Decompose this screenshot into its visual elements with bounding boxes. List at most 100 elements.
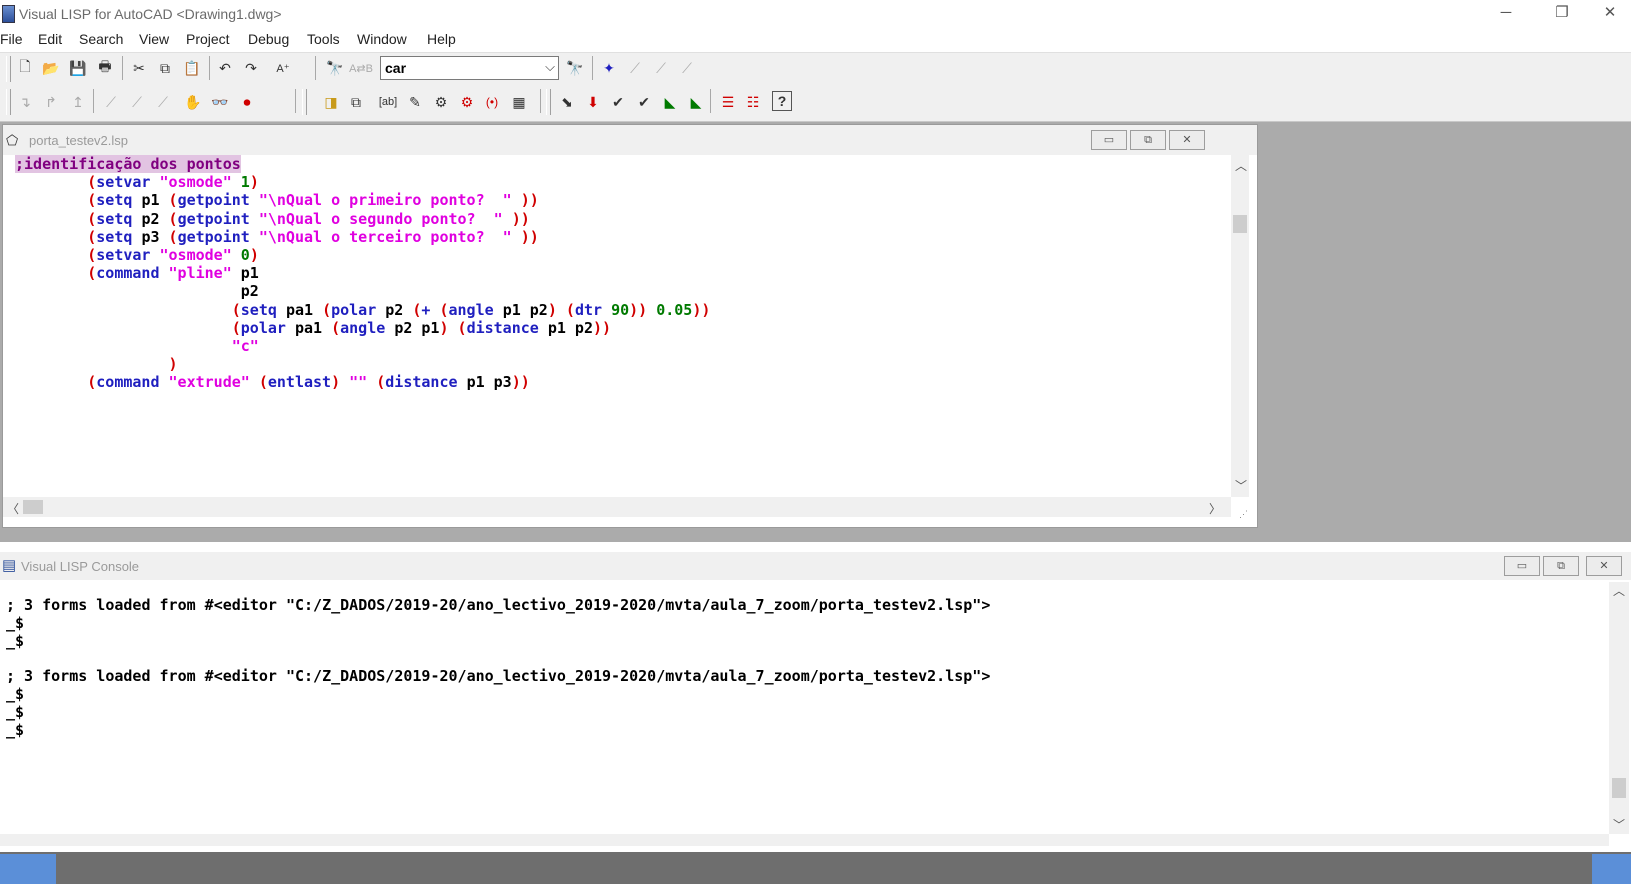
toggle-bookmark-icon[interactable]: ✦ [598,57,620,79]
menu-view[interactable]: View [139,31,169,47]
chevron-down-icon[interactable]: ⌵ [545,59,555,75]
find-icon[interactable]: 🔭 [324,57,346,79]
menu-file[interactable]: File [0,31,23,47]
complete-word-icon[interactable]: A⁺ [272,57,294,79]
search-toolbar-find-icon[interactable]: 🔭 [564,57,586,79]
scroll-left-icon[interactable]: 〈 [7,500,19,517]
code-line[interactable]: (setvar "osmode" 1) [15,173,1225,191]
editor-close-button[interactable]: ✕ [1169,130,1205,150]
save-icon[interactable]: 💾 [67,57,89,79]
menu-tools[interactable]: Tools [307,31,340,47]
editor-horizontal-scrollbar[interactable]: 〈 〉 [3,497,1231,517]
console-maximize-button[interactable]: ⧉ [1543,556,1579,576]
new-file-icon[interactable]: 🗋 [14,57,36,79]
code-line[interactable]: (setq p3 (getpoint "\nQual o terceiro po… [15,228,1225,246]
window-select-icon[interactable]: ⧉ [345,91,367,113]
watch-window-icon[interactable]: ◣ [659,91,681,113]
search-combobox[interactable]: car ⌵ [380,56,559,80]
add-watch-icon[interactable]: 👓 [209,91,231,113]
scroll-thumb[interactable] [23,500,43,514]
console-vertical-scrollbar[interactable]: ︿ ﹀ [1609,582,1629,834]
step-into-icon[interactable]: ↴ [14,91,36,113]
menu-edit[interactable]: Edit [38,31,62,47]
menu-project[interactable]: Project [186,31,230,47]
console-horizontal-scrollbar[interactable] [0,834,1609,846]
console-output[interactable]: ; 3 forms loaded from #<editor "C:/Z_DAD… [6,596,990,739]
scroll-down-icon[interactable]: ﹀ [1235,477,1247,494]
toolbar-grip[interactable] [546,89,551,115]
clear-bookmarks-icon[interactable]: ⟋ [676,57,698,79]
restore-button[interactable]: ❐ [1540,2,1584,24]
scroll-thumb[interactable] [1233,215,1247,233]
code-editor[interactable]: ;identificação dos pontos (setvar "osmod… [15,155,1225,495]
symbol-service-icon[interactable]: ✔ [607,91,629,113]
reset-icon[interactable]: ⟋ [152,91,174,113]
taskbar-start[interactable] [0,854,56,884]
minimize-button[interactable]: ─ [1484,2,1528,24]
undo-icon[interactable]: ↶ [214,57,236,79]
taskbar-corner[interactable] [1592,854,1631,884]
code-line[interactable]: "c" [15,337,1225,355]
code-line[interactable]: (setq pa1 (polar p2 (+ (angle p1 p2) (dt… [15,301,1225,319]
next-bookmark-icon[interactable]: ⟋ [624,57,646,79]
previous-bookmark-icon[interactable]: ⟋ [650,57,672,79]
activate-autocad-icon[interactable]: ◨ [320,91,342,113]
code-line[interactable]: ;identificação dos pontos [15,155,1225,173]
check-selection-icon[interactable]: ⚙ [456,91,478,113]
console-title-bar[interactable]: ▤ Visual LISP Console ▭ ⧉ ✕ [0,552,1631,580]
trace-icon[interactable]: ⬇ [582,91,604,113]
cut-icon[interactable]: ✂ [128,57,150,79]
close-button[interactable]: ✕ [1588,2,1631,24]
toggle-breakpoint-icon[interactable]: ✋ [182,91,204,113]
copy-icon[interactable]: ⧉ [154,57,176,79]
scroll-thumb[interactable] [1612,778,1626,798]
step-over-icon[interactable]: ↱ [40,91,62,113]
toolbar-grip[interactable] [6,56,11,82]
scroll-down-icon[interactable]: ﹀ [1613,816,1625,833]
menu-help[interactable]: Help [427,31,456,47]
console-close-button[interactable]: ✕ [1586,556,1622,576]
menu-search[interactable]: Search [79,31,123,47]
redo-icon[interactable]: ↷ [240,57,262,79]
code-line[interactable]: (polar pa1 (angle p2 p1) (distance p1 p2… [15,319,1225,337]
editor-maximize-button[interactable]: ⧉ [1130,130,1166,150]
scroll-right-icon[interactable]: 〉 [1209,500,1221,517]
clear-list-icon[interactable]: ☷ [742,91,764,113]
console-minimize-button[interactable]: ▭ [1504,556,1540,576]
code-line[interactable]: (command "extrude" (entlast) "" (distanc… [15,373,1225,391]
code-line[interactable]: (setvar "osmode" 0) [15,246,1225,264]
format-text-icon[interactable]: (•) [481,91,503,113]
quit-icon[interactable]: ⟋ [126,91,148,113]
replace-icon[interactable]: A⇄B [349,57,373,79]
menu-window[interactable]: Window [357,31,407,47]
list-icon[interactable]: ☰ [717,91,739,113]
menu-debug[interactable]: Debug [248,31,289,47]
help-icon[interactable]: ? [772,91,792,111]
resize-grip-icon[interactable]: ⋰ [1239,509,1248,520]
code-line[interactable]: (setq p2 (getpoint "\nQual o segundo pon… [15,210,1225,228]
toolbar-grip[interactable] [6,89,11,115]
load-selection-icon[interactable]: ✎ [404,91,426,113]
load-text-icon[interactable]: [ab] [377,91,399,113]
apropos-icon[interactable]: ✔ [633,91,655,113]
toolbar-grip[interactable] [302,89,307,115]
editor-minimize-button[interactable]: ▭ [1091,130,1127,150]
open-file-icon[interactable]: 📂 [40,57,62,79]
check-text-icon[interactable]: ⚙ [430,91,452,113]
code-line[interactable]: p2 [15,282,1225,300]
last-break-icon[interactable]: ⏺ [236,91,258,113]
inspect-window-icon[interactable]: ◣ [685,91,707,113]
continue-icon[interactable]: ⟋ [100,91,122,113]
scroll-up-icon[interactable]: ︿ [1235,157,1247,174]
step-out-icon[interactable]: ↥ [67,91,89,113]
code-line[interactable]: ) [15,355,1225,373]
format-selection-icon[interactable]: ▦ [508,91,530,113]
paste-icon[interactable]: 📋 [181,57,203,79]
inspect-icon[interactable]: ⬊ [556,91,578,113]
scroll-up-icon[interactable]: ︿ [1613,582,1625,599]
editor-vertical-scrollbar[interactable]: ︿ ﹀ [1231,155,1249,497]
code-line[interactable]: (setq p1 (getpoint "\nQual o primeiro po… [15,191,1225,209]
print-icon[interactable]: 🖶 [94,57,116,79]
code-line[interactable]: (command "pline" p1 [15,264,1225,282]
editor-title-bar[interactable]: ⬠ porta_testev2.lsp ▭ ⧉ ✕ [3,125,1257,155]
